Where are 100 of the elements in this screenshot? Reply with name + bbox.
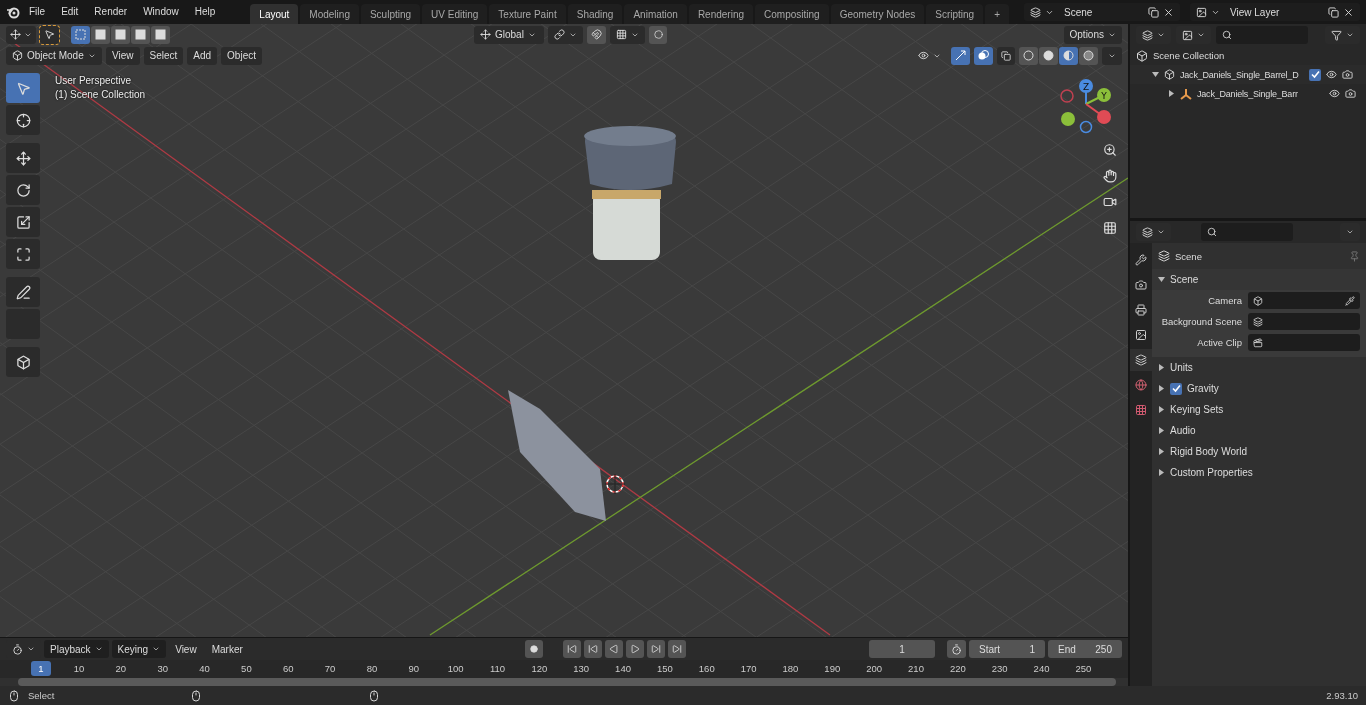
viewport-menu[interactable]: View xyxy=(106,46,140,65)
play-button[interactable] xyxy=(625,640,644,658)
shading-button[interactable] xyxy=(1039,46,1058,65)
clapperboard-icon xyxy=(1253,337,1263,348)
timeline-menu[interactable]: Playback xyxy=(44,640,109,658)
shading-button[interactable] xyxy=(1079,46,1098,65)
axes-icon xyxy=(10,29,21,40)
panel-checkbox[interactable] xyxy=(1170,382,1182,395)
camera-icon xyxy=(1345,88,1356,99)
checker-icon xyxy=(1135,404,1147,416)
snap-toggle[interactable] xyxy=(587,25,606,44)
status-hint: Select xyxy=(28,690,55,701)
workspace-tab[interactable]: Texture Paint xyxy=(489,4,566,24)
workspace-tab[interactable]: Rendering xyxy=(688,4,754,24)
scene-selector[interactable]: Scene xyxy=(1024,3,1180,21)
expand-icon[interactable] xyxy=(1168,90,1175,97)
frame-number: 100 xyxy=(447,663,464,674)
workspace-tab[interactable]: Animation xyxy=(624,4,687,24)
view-layer-selector[interactable]: View Layer xyxy=(1190,3,1360,21)
outliner-item[interactable]: Jack_Daniels_Single_Barr xyxy=(1197,88,1307,99)
add-workspace-button[interactable]: + xyxy=(985,4,1009,24)
collection-checkbox[interactable] xyxy=(1309,68,1321,81)
snap-dropdown[interactable] xyxy=(610,25,645,44)
pivot-dropdown[interactable] xyxy=(548,25,583,44)
properties-tab[interactable] xyxy=(1130,349,1152,371)
outliner-item[interactable]: Scene Collection xyxy=(1153,50,1225,61)
viewport-menu[interactable]: Select xyxy=(143,46,184,65)
select-mode-button[interactable] xyxy=(71,25,90,44)
workspace-tab[interactable]: Scripting xyxy=(926,4,984,24)
select-mode-button[interactable] xyxy=(111,25,130,44)
axis-gizmo[interactable]: Z Y xyxy=(1060,79,1111,134)
expand-icon[interactable] xyxy=(1158,276,1165,283)
proportional-toggle[interactable] xyxy=(649,25,667,44)
keyframe-forward-icon xyxy=(650,644,661,654)
timer-button[interactable] xyxy=(947,640,966,658)
shading-button[interactable] xyxy=(1059,46,1078,65)
start-frame-field[interactable]: Start 1 xyxy=(969,640,1045,658)
expand-icon[interactable] xyxy=(1158,469,1165,476)
selection-mode-icon xyxy=(95,29,106,40)
property-field[interactable] xyxy=(1248,313,1360,330)
end-frame-field[interactable]: End 250 xyxy=(1048,640,1122,658)
overlay-toggle[interactable] xyxy=(974,46,993,65)
search-field[interactable] xyxy=(1216,26,1308,44)
select-mode-button[interactable] xyxy=(151,25,170,44)
gizmo-toggle[interactable] xyxy=(951,46,970,65)
expand-icon[interactable] xyxy=(1152,71,1159,78)
viewport-menu[interactable]: Object xyxy=(221,46,262,65)
workspace-tab[interactable]: Layout xyxy=(250,4,299,24)
chevron-down-icon xyxy=(1157,228,1165,236)
timeline-menu[interactable]: View xyxy=(169,640,203,658)
shading-button[interactable] xyxy=(1019,46,1038,65)
timeline-scrollbar[interactable] xyxy=(18,678,1116,686)
menu-item[interactable]: File xyxy=(22,0,53,24)
expand-icon[interactable] xyxy=(1158,385,1165,392)
play-reverse-button[interactable] xyxy=(604,640,623,658)
workspace-tab[interactable]: Compositing xyxy=(755,4,829,24)
playhead[interactable]: 1 xyxy=(31,661,51,676)
expand-icon[interactable] xyxy=(1158,427,1165,434)
checkmark-icon xyxy=(1310,70,1320,79)
timeline-menu[interactable]: Keying xyxy=(111,640,167,658)
search-field[interactable] xyxy=(1201,223,1293,241)
xray-toggle[interactable] xyxy=(997,46,1015,65)
collection-icon xyxy=(1136,49,1148,62)
editor-type-button[interactable] xyxy=(6,25,36,44)
link-icon xyxy=(554,29,565,40)
eye-icon xyxy=(1329,88,1340,99)
selection-mode-icon xyxy=(115,29,126,40)
jump-end-button[interactable] xyxy=(667,640,686,658)
orientation-dropdown[interactable]: Global xyxy=(474,25,544,44)
workspace-tab[interactable]: Shading xyxy=(567,4,623,24)
frame-number: 220 xyxy=(949,663,966,674)
select-mode-button[interactable] xyxy=(91,25,110,44)
menu-item[interactable]: Window xyxy=(136,0,186,24)
panel-header[interactable]: Scene xyxy=(1152,269,1366,290)
menu-item[interactable]: Help xyxy=(187,0,223,24)
current-frame-field[interactable]: 1 xyxy=(869,640,935,658)
outliner-item[interactable]: Jack_Daniels_Single_Barrel_D xyxy=(1180,69,1304,80)
frame-number: 80 xyxy=(366,663,378,674)
mode-dropdown[interactable]: Object Mode xyxy=(6,46,102,65)
next-keyframe-button[interactable] xyxy=(646,640,665,658)
workspace-tab[interactable]: UV Editing xyxy=(422,4,488,24)
prev-keyframe-button[interactable] xyxy=(583,640,602,658)
options-dropdown[interactable]: Options xyxy=(1063,25,1122,44)
timeline-menu[interactable]: Marker xyxy=(205,640,249,658)
expand-icon[interactable] xyxy=(1158,364,1165,371)
expand-icon[interactable] xyxy=(1158,406,1165,413)
menu-item[interactable]: Render xyxy=(87,0,135,24)
workspace-tab[interactable]: Modeling xyxy=(300,4,359,24)
menu-item[interactable]: Edit xyxy=(54,0,86,24)
workspace-tab[interactable]: Sculpting xyxy=(360,4,421,24)
record-button[interactable] xyxy=(524,640,543,658)
property-field[interactable] xyxy=(1248,334,1360,351)
jump-start-button[interactable] xyxy=(562,640,581,658)
expand-icon[interactable] xyxy=(1158,448,1165,455)
select-mode-button[interactable] xyxy=(131,25,150,44)
workspace-tab[interactable]: Geometry Nodes xyxy=(830,4,925,24)
frame-ruler[interactable]: 1 10 20 30 40 50 60 70 80 90 100 110 120 130 140 150 160 170 180 190 200 210 220 230 240 250 xyxy=(0,660,1128,678)
eye-icon xyxy=(918,50,929,61)
property-field[interactable] xyxy=(1248,292,1360,309)
viewport-menu[interactable]: Add xyxy=(187,46,218,65)
